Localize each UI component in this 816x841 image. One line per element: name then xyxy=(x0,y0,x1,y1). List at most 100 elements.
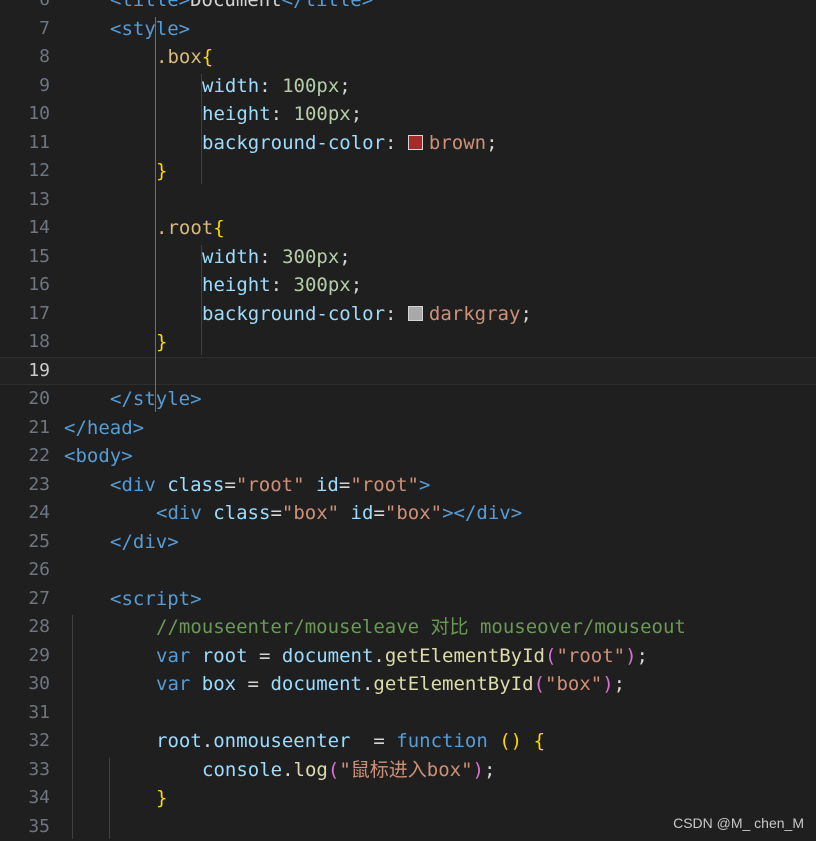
line-number: 25 xyxy=(0,528,50,557)
token-prop: background-color xyxy=(202,132,385,154)
code-text: } xyxy=(156,157,167,186)
token-var: root xyxy=(202,645,248,667)
code-line-13[interactable]: 13 xyxy=(0,186,816,215)
code-line-33[interactable]: 33console.log("鼠标进入box"); xyxy=(0,756,816,785)
code-editor[interactable]: 6<title>Document</title>7<style>8 .box{9w… xyxy=(0,0,816,839)
code-line-23[interactable]: 23<div class="root" id="root"> xyxy=(0,471,816,500)
color-swatch[interactable] xyxy=(408,306,423,321)
line-number: 18 xyxy=(0,328,50,357)
code-line-25[interactable]: 25 </div> xyxy=(0,528,816,557)
code-text: background-color: brown; xyxy=(202,129,498,158)
token-prop: width xyxy=(202,246,259,268)
token-paren: ) xyxy=(602,673,613,695)
code-line-29[interactable]: 29var root = document.getElementById("ro… xyxy=(0,642,816,671)
token-brace: } xyxy=(156,331,167,353)
token-tag: </ xyxy=(110,388,133,410)
token-tag: > xyxy=(179,0,190,11)
code-line-11[interactable]: 11 background-color: brown; xyxy=(0,129,816,158)
code-line-18[interactable]: 18} xyxy=(0,328,816,357)
code-line-6[interactable]: 6<title>Document</title> xyxy=(0,0,816,15)
code-line-16[interactable]: 16height: 300px; xyxy=(0,271,816,300)
token-text: ; xyxy=(520,303,531,325)
token-fn: getElementById xyxy=(385,645,545,667)
code-text: </div> xyxy=(110,528,179,557)
token-text xyxy=(202,502,213,524)
line-number: 10 xyxy=(0,100,50,129)
code-text: } xyxy=(156,328,167,357)
code-line-7[interactable]: 7<style> xyxy=(0,15,816,44)
line-number: 16 xyxy=(0,271,50,300)
color-swatch[interactable] xyxy=(408,135,423,150)
line-number: 26 xyxy=(0,556,50,585)
token-str: "鼠标进入box" xyxy=(339,759,472,781)
token-text: = xyxy=(224,474,235,496)
line-number: 22 xyxy=(0,442,50,471)
code-line-17[interactable]: 17background-color: darkgray; xyxy=(0,300,816,329)
code-text: height: 100px; xyxy=(202,100,362,129)
token-var: document xyxy=(270,673,362,695)
token-kw: function xyxy=(396,730,488,752)
token-text: = xyxy=(339,474,350,496)
code-line-27[interactable]: 27<script> xyxy=(0,585,816,614)
token-text: Document xyxy=(190,0,282,11)
csdn-watermark: CSDN @M_ chen_M xyxy=(673,815,804,831)
code-line-21[interactable]: 21</head> xyxy=(0,414,816,443)
token-tag: div xyxy=(121,474,155,496)
token-fn: log xyxy=(294,759,328,781)
code-line-12[interactable]: 12} xyxy=(0,157,816,186)
token-tag: ></ xyxy=(442,502,476,524)
token-text: : xyxy=(271,274,294,296)
token-tag: > xyxy=(362,0,373,11)
token-str: "box" xyxy=(545,673,602,695)
code-line-9[interactable]: 9width: 100px; xyxy=(0,72,816,101)
token-str: "root" xyxy=(556,645,625,667)
line-number: 34 xyxy=(0,784,50,813)
line-number: 27 xyxy=(0,585,50,614)
token-text xyxy=(339,502,350,524)
token-tag: body xyxy=(75,445,121,467)
code-line-14[interactable]: 14.root{ xyxy=(0,214,816,243)
token-tag: > xyxy=(419,474,430,496)
code-line-24[interactable]: 24<div class="box" id="box"></div> xyxy=(0,499,816,528)
token-tag: title xyxy=(121,0,178,11)
code-text: .box{ xyxy=(156,43,213,72)
token-var: box xyxy=(202,673,236,695)
token-tag: title xyxy=(305,0,362,11)
token-text: ; xyxy=(351,274,362,296)
token-tag: < xyxy=(110,474,121,496)
code-line-26[interactable]: 26 xyxy=(0,556,816,585)
code-line-31[interactable]: 31 xyxy=(0,699,816,728)
token-text: ; xyxy=(339,246,350,268)
code-line-20[interactable]: 20</style> xyxy=(0,385,816,414)
token-tag: > xyxy=(179,18,190,40)
code-line-15[interactable]: 15width: 300px; xyxy=(0,243,816,272)
token-tag: style xyxy=(121,18,178,40)
code-text: <div class="box" id="box"></div> xyxy=(156,499,522,528)
code-line-28[interactable]: 28//mouseenter/mouseleave 对比 mouseover/m… xyxy=(0,613,816,642)
token-text: ; xyxy=(351,103,362,125)
code-line-10[interactable]: 10 height: 100px; xyxy=(0,100,816,129)
code-line-32[interactable]: 32root.onmouseenter = function () { xyxy=(0,727,816,756)
line-number: 23 xyxy=(0,471,50,500)
code-line-22[interactable]: 22<body> xyxy=(0,442,816,471)
token-num: 300px xyxy=(282,246,339,268)
token-sel: .box xyxy=(156,46,202,68)
token-var: onmouseenter xyxy=(213,730,350,752)
token-tag: style xyxy=(133,388,190,410)
token-text: = xyxy=(270,502,281,524)
line-number: 17 xyxy=(0,300,50,329)
token-tag: div xyxy=(167,502,201,524)
line-number: 11 xyxy=(0,129,50,158)
code-text: width: 300px; xyxy=(202,243,351,272)
code-text: var root = document.getElementById("root… xyxy=(156,642,648,671)
code-line-34[interactable]: 34} xyxy=(0,784,816,813)
code-line-30[interactable]: 30var box = document.getElementById("box… xyxy=(0,670,816,699)
token-text: ; xyxy=(484,759,495,781)
code-line-19[interactable]: 19 xyxy=(0,357,816,386)
line-number: 8 xyxy=(0,43,50,72)
token-tag: < xyxy=(64,445,75,467)
token-text: : xyxy=(271,103,294,125)
token-str: "root" xyxy=(350,474,419,496)
code-line-8[interactable]: 8 .box{ xyxy=(0,43,816,72)
line-number: 24 xyxy=(0,499,50,528)
